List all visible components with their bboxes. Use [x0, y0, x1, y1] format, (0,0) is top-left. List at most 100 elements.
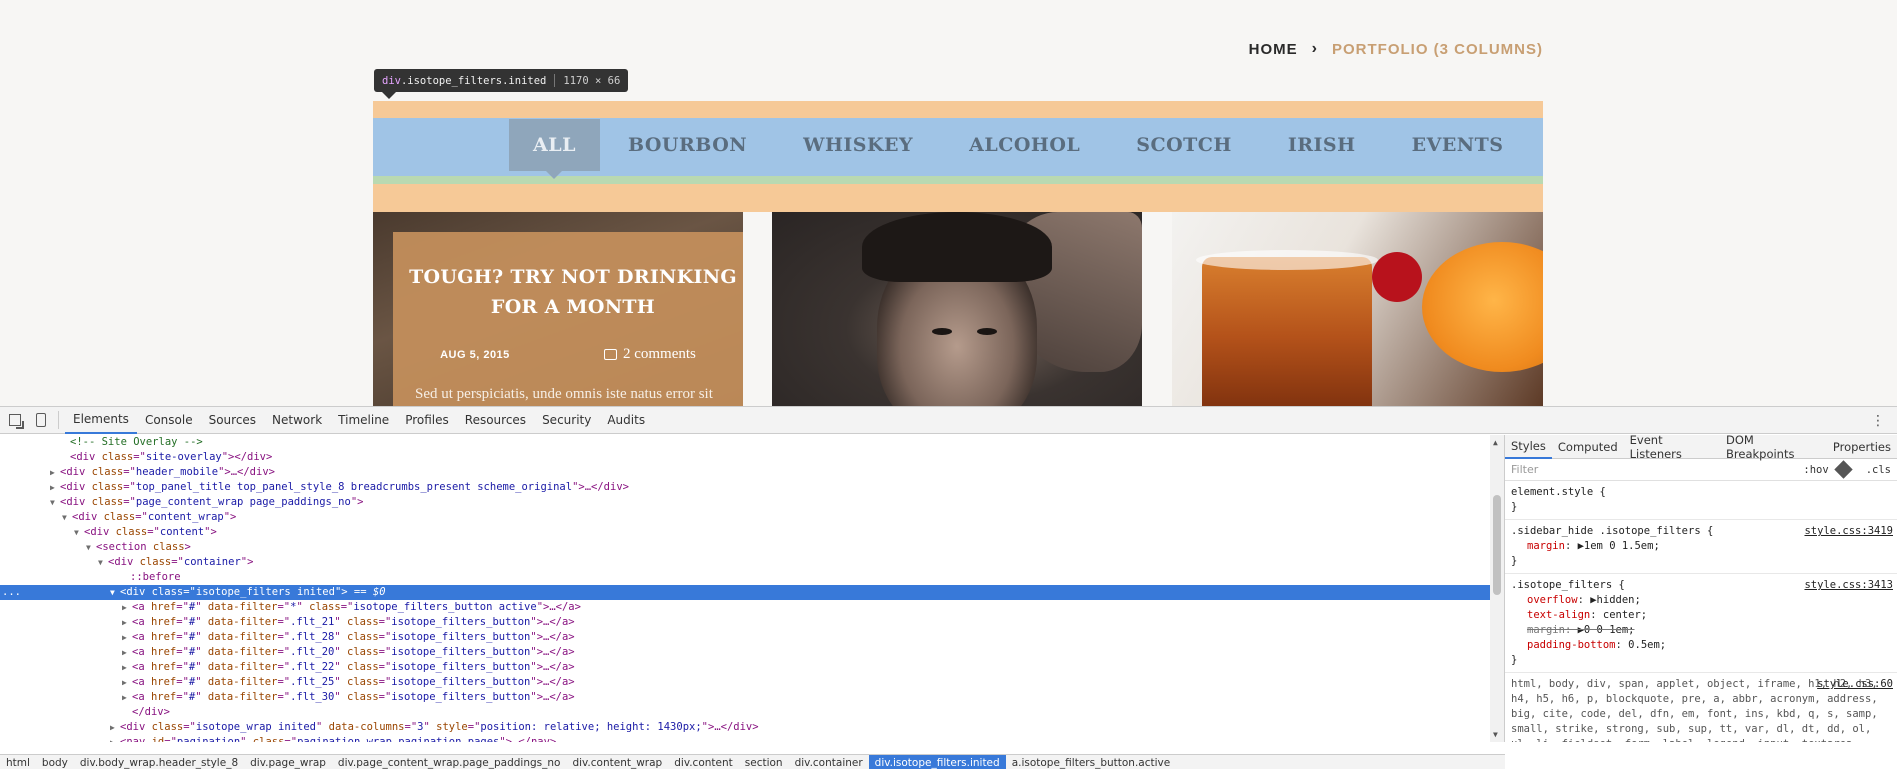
filter-button-alcohol[interactable]: ALCOHOL	[941, 119, 1108, 171]
css-property-value[interactable]: center;	[1603, 609, 1647, 621]
dom-breadcrumb-item[interactable]: a.isotope_filters_button.active	[1006, 755, 1177, 769]
tab-sources[interactable]: Sources	[201, 407, 264, 434]
filter-button-irish[interactable]: IRISH	[1260, 119, 1384, 171]
scroll-down-icon[interactable]: ▼	[1493, 730, 1498, 739]
portfolio-card-3[interactable]	[1172, 212, 1543, 406]
dom-node[interactable]: ▶ <a href="#" data-filter=".flt_25" class…	[0, 675, 1504, 690]
dom-node[interactable]: </div>	[0, 705, 1504, 720]
css-property[interactable]: margin: ▶1em 0 1.5em;	[1511, 539, 1891, 554]
filter-button-scotch[interactable]: SCOTCH	[1108, 119, 1260, 171]
expand-triangle-icon[interactable]: ▶	[122, 600, 132, 615]
dom-breadcrumb-item[interactable]: div.isotope_filters.inited	[868, 754, 1006, 769]
expand-triangle-icon[interactable]: ▶	[122, 690, 132, 705]
dom-breadcrumb-item[interactable]: div.content	[668, 755, 739, 769]
expand-triangle-icon[interactable]: ▼	[86, 540, 96, 555]
dom-breadcrumb-item[interactable]: section	[739, 755, 789, 769]
cls-toggle[interactable]: .cls	[1866, 464, 1891, 476]
expand-triangle-icon[interactable]: ▶	[110, 735, 120, 742]
dom-breadcrumb-item[interactable]: div.content_wrap	[566, 755, 668, 769]
css-property-name[interactable]: padding-bottom	[1527, 639, 1616, 651]
dom-node[interactable]: ▶ <a href="#" data-filter="*" class="isot…	[0, 600, 1504, 615]
css-property-value[interactable]: ▶hidden;	[1590, 594, 1641, 606]
filter-button-bourbon[interactable]: BOURBON	[600, 119, 775, 171]
tab-network[interactable]: Network	[264, 407, 330, 434]
tab-elements[interactable]: Elements	[65, 407, 137, 434]
expand-triangle-icon[interactable]: ▶	[50, 465, 60, 480]
portfolio-card-1[interactable]: TOUGH? TRY NOT DRINKING FOR A MONTH AUG …	[373, 212, 743, 406]
expand-triangle-icon[interactable]: ▼	[74, 525, 84, 540]
dom-node[interactable]: <!-- Site Overlay -->	[0, 435, 1504, 450]
tab-profiles[interactable]: Profiles	[397, 407, 457, 434]
portfolio-card-2[interactable]	[772, 212, 1142, 406]
rule-source-link[interactable]: style.css:60	[1817, 677, 1893, 692]
expand-triangle-icon[interactable]: ▶	[122, 645, 132, 660]
styles-tab-properties[interactable]: Properties	[1827, 435, 1897, 459]
color-format-icon[interactable]	[1834, 460, 1853, 479]
dom-node[interactable]: ▼ <div class="content_wrap">	[0, 510, 1504, 525]
expand-triangle-icon[interactable]: ▶	[122, 615, 132, 630]
css-property[interactable]: text-align: center;	[1511, 608, 1891, 623]
dom-breadcrumb-item[interactable]: div.container	[789, 755, 869, 769]
dom-node[interactable]: ::before	[0, 570, 1504, 585]
dom-node[interactable]: ▶ <div class="top_panel_title top_panel_s…	[0, 480, 1504, 495]
dom-node[interactable]: ▶ <div class="header_mobile">…</div>	[0, 465, 1504, 480]
dom-node[interactable]: <div class="site-overlay"></div>	[0, 450, 1504, 465]
more-options-icon[interactable]: ⋮	[1871, 413, 1885, 429]
css-property-value[interactable]: ▶0 0 1em;	[1578, 624, 1635, 636]
dom-node[interactable]: ▶<nav id="pagination" class="pagination_…	[0, 735, 1504, 742]
dom-node[interactable]: ▶ <a href="#" data-filter=".flt_28" class…	[0, 630, 1504, 645]
expand-triangle-icon[interactable]: ▼	[98, 555, 108, 570]
scrollbar-thumb[interactable]	[1493, 495, 1501, 595]
dom-node[interactable]: ▼ <section class>	[0, 540, 1504, 555]
rule-source-link[interactable]: style.css:3419	[1804, 524, 1893, 539]
tab-resources[interactable]: Resources	[457, 407, 534, 434]
dom-node[interactable]: ▶ <a href="#" data-filter=".flt_22" class…	[0, 660, 1504, 675]
tab-security[interactable]: Security	[534, 407, 599, 434]
filter-button-all[interactable]: ALL	[509, 119, 600, 171]
css-property-value[interactable]: 0.5em;	[1628, 639, 1666, 651]
dom-breadcrumb-item[interactable]: div.page_content_wrap.page_paddings_no	[332, 755, 567, 769]
dom-node[interactable]: ▶ <a href="#" data-filter=".flt_20" class…	[0, 645, 1504, 660]
styles-tab-computed[interactable]: Computed	[1552, 435, 1624, 459]
tab-timeline[interactable]: Timeline	[330, 407, 397, 434]
dom-breadcrumb-item[interactable]: div.body_wrap.header_style_8	[74, 755, 244, 769]
node-ellipsis-icon[interactable]: ...	[2, 585, 21, 600]
dom-breadcrumb-item[interactable]: div.page_wrap	[244, 755, 332, 769]
rule-source-link[interactable]: style.css:3413	[1804, 578, 1893, 593]
expand-triangle-icon[interactable]: ▼	[110, 585, 120, 600]
device-mode-button[interactable]	[30, 410, 52, 430]
css-property-name[interactable]: overflow	[1527, 594, 1578, 606]
expand-triangle-icon[interactable]: ▶	[50, 480, 60, 495]
css-property-value[interactable]: ▶1em 0 1.5em;	[1578, 540, 1660, 552]
styles-tab-event-listeners[interactable]: Event Listeners	[1624, 435, 1720, 461]
tab-audits[interactable]: Audits	[599, 407, 653, 434]
styles-tab-styles[interactable]: Styles	[1505, 435, 1552, 459]
css-property-name[interactable]: margin	[1527, 624, 1565, 636]
expand-triangle-icon[interactable]: ▶	[110, 720, 120, 735]
rule-selector[interactable]: element.style {	[1511, 485, 1891, 500]
hov-toggle[interactable]: :hov	[1803, 464, 1828, 476]
css-property-name[interactable]: text-align	[1527, 609, 1590, 621]
scroll-up-icon[interactable]: ▲	[1493, 438, 1498, 447]
breadcrumb-home-link[interactable]: HOME	[1249, 41, 1298, 58]
post-title[interactable]: TOUGH? TRY NOT DRINKING FOR A MONTH	[403, 262, 743, 322]
expand-triangle-icon[interactable]: ▶	[122, 630, 132, 645]
dom-node[interactable]: ▶ <div class="isotope_wrap inited" data-c…	[0, 720, 1504, 735]
post-comments-link[interactable]: 2 comments	[603, 346, 696, 363]
filter-button-whiskey[interactable]: WHISKEY	[775, 119, 941, 171]
css-property-name[interactable]: margin	[1527, 540, 1565, 552]
dom-scrollbar[interactable]: ▲ ▼	[1490, 435, 1504, 742]
expand-triangle-icon[interactable]: ▶	[122, 675, 132, 690]
tab-console[interactable]: Console	[137, 407, 201, 434]
expand-triangle-icon[interactable]: ▼	[62, 510, 72, 525]
dom-node[interactable]: ▼ <div class="content">	[0, 525, 1504, 540]
dom-breadcrumb-item[interactable]: html	[0, 755, 36, 769]
dom-node[interactable]: ... ▼ <div class="isotope_filters inited">…	[0, 585, 1504, 600]
dom-node[interactable]: ▼ <div class="container">	[0, 555, 1504, 570]
expand-triangle-icon[interactable]: ▼	[50, 495, 60, 510]
css-property[interactable]: padding-bottom: 0.5em;	[1511, 638, 1891, 653]
filter-button-events[interactable]: EVENTS	[1384, 119, 1532, 171]
styles-filter-input[interactable]: Filter	[1511, 463, 1795, 476]
inspect-element-button[interactable]	[4, 410, 26, 430]
dom-breadcrumb-item[interactable]: body	[36, 755, 74, 769]
